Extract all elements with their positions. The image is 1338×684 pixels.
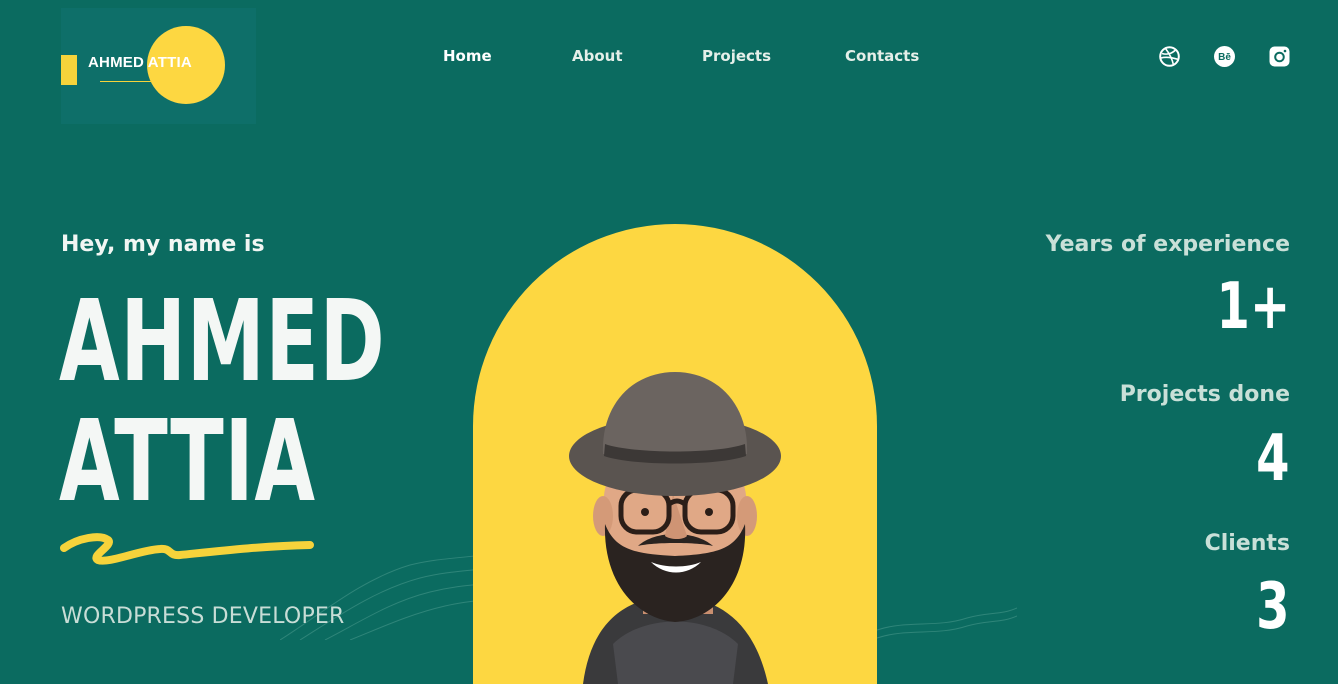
stat-years-label: Years of experience xyxy=(1045,232,1290,257)
stat-clients-label: Clients xyxy=(1204,531,1290,556)
svg-text:Bē: Bē xyxy=(1218,52,1231,63)
nav-about-link[interactable]: About xyxy=(572,47,623,65)
logo-underline xyxy=(100,81,152,82)
hero-first-name: AHMED xyxy=(59,277,386,407)
stat-clients-value: 3 xyxy=(1256,570,1290,644)
hero-greeting: Hey, my name is xyxy=(61,232,265,257)
yellow-brush-stroke xyxy=(60,533,314,565)
hero-last-name: ATTIA xyxy=(59,397,316,527)
nav-projects-link[interactable]: Projects xyxy=(702,47,771,65)
portrait-image xyxy=(569,372,781,684)
stat-projects-value: 4 xyxy=(1256,422,1290,496)
site-logo[interactable]: AHMED ATTIA xyxy=(61,8,256,124)
instagram-icon[interactable] xyxy=(1269,46,1290,67)
stat-years-value: 1+ xyxy=(1216,270,1290,344)
nav-home-link[interactable]: Home xyxy=(443,47,492,65)
behance-icon[interactable]: Bē xyxy=(1214,46,1235,67)
logo-text: AHMED ATTIA xyxy=(88,54,192,71)
logo-accent-bar xyxy=(61,55,77,85)
portrait-arch xyxy=(473,224,877,684)
dribbble-icon[interactable] xyxy=(1159,46,1180,67)
nav-contacts-link[interactable]: Contacts xyxy=(845,47,919,65)
stat-projects-label: Projects done xyxy=(1119,382,1290,407)
hero-role: WORDPRESS DEVELOPER xyxy=(61,604,345,629)
hero-name: AHMED ATTIA xyxy=(59,282,385,522)
decorative-wave-lines-right xyxy=(877,607,1017,639)
